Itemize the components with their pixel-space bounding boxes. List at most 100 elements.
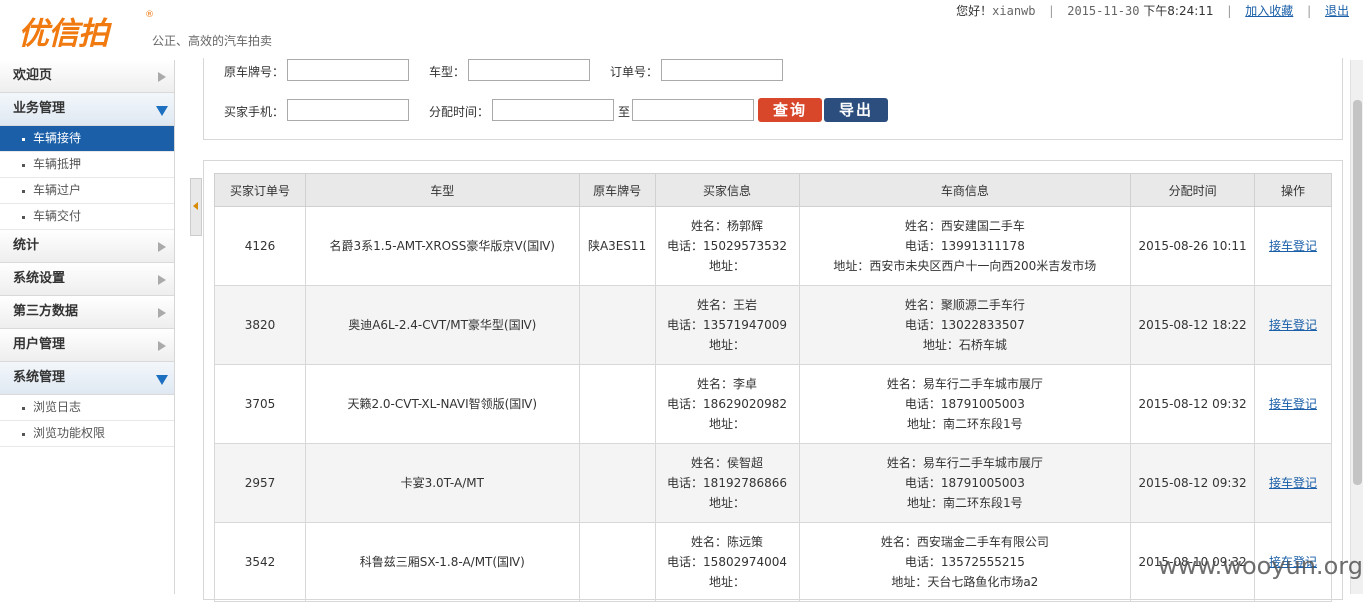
buyer-phone: 电话：13571947009 — [667, 318, 788, 332]
sidebar-item-label: 车辆接待 — [33, 131, 82, 145]
registered-mark: ® — [145, 10, 154, 20]
time-cell: 2015-08-12 09:32 — [1130, 443, 1256, 523]
to-label: 至 — [618, 105, 631, 119]
model-input[interactable] — [468, 59, 590, 81]
bullet-icon — [22, 138, 25, 141]
divider: | — [1049, 4, 1054, 18]
order-cell: 2957 — [214, 443, 306, 523]
page-scrollbar[interactable] — [1350, 60, 1363, 594]
scrollbar-thumb[interactable] — [1353, 100, 1362, 485]
logout-link[interactable]: 退出 — [1325, 4, 1349, 18]
export-button[interactable]: 导出 — [824, 98, 888, 122]
query-button[interactable]: 查询 — [758, 98, 822, 122]
bookmark-link[interactable]: 加入收藏 — [1245, 4, 1293, 18]
menu-system-settings[interactable]: 系统设置 — [0, 263, 174, 296]
start-date-input[interactable] — [492, 99, 614, 121]
search-panel: 原车牌号： 车型： 订单号： 买家手机： 分配时间： 至 查询 导出 — [203, 58, 1343, 140]
model-cell: 名爵3系1.5-AMT-XROSS豪华版京Ⅴ(国Ⅳ) — [304, 206, 580, 286]
order-label: 订单号： — [610, 65, 659, 79]
main-content: 原车牌号： 车型： 订单号： 买家手机： 分配时间： 至 查询 导出 买家订单号… — [178, 58, 1350, 602]
order-input[interactable] — [661, 59, 783, 81]
menu-label: 第三方数据 — [13, 304, 79, 319]
chevron-down-icon — [156, 375, 168, 385]
register-link[interactable]: 接车登记 — [1269, 397, 1317, 411]
dealer-name: 姓名：聚顺源二手车行 — [904, 298, 1025, 312]
bullet-icon — [22, 164, 25, 167]
dealer-cell: 姓名：易车行二手车城市展厅 电话：18791005003 地址：南二环东段1号 — [798, 364, 1132, 444]
sidebar-item-vehicle-mortgage[interactable]: 车辆抵押 — [0, 152, 174, 178]
plate-cell — [578, 522, 656, 602]
dealer-name: 姓名：易车行二手车城市展厅 — [886, 377, 1043, 391]
menu-business[interactable]: 业务管理 — [0, 93, 174, 126]
buyer-address: 地址： — [709, 338, 746, 352]
menu-label: 业务管理 — [13, 101, 66, 116]
sidebar-item-vehicle-delivery[interactable]: 车辆交付 — [0, 204, 174, 230]
table-header-row: 买家订单号 车型 原车牌号 买家信息 车商信息 分配时间 操作 — [214, 173, 1332, 207]
register-link[interactable]: 接车登记 — [1269, 476, 1317, 490]
action-cell: 接车登记 — [1254, 443, 1332, 523]
bullet-icon — [22, 407, 25, 410]
results-panel: 买家订单号 车型 原车牌号 买家信息 车商信息 分配时间 操作 4126 名爵3… — [203, 160, 1343, 602]
dealer-address: 地址：天台七路鱼化市场a2 — [891, 575, 1039, 589]
col-buyer: 买家信息 — [654, 173, 800, 207]
menu-system-management[interactable]: 系统管理 — [0, 362, 174, 395]
register-link[interactable]: 接车登记 — [1269, 318, 1317, 332]
chevron-right-icon — [158, 72, 166, 82]
sidebar-item-browse-log[interactable]: 浏览日志 — [0, 395, 174, 421]
sidebar-item-label: 车辆抵押 — [33, 157, 82, 171]
phone-input[interactable] — [287, 99, 409, 121]
col-time: 分配时间 — [1130, 173, 1256, 207]
time-cell: 2015-08-12 18:22 — [1130, 285, 1256, 365]
dealer-cell: 姓名：聚顺源二手车行 电话：13022833507 地址：石桥车城 — [798, 285, 1132, 365]
col-order: 买家订单号 — [214, 173, 306, 207]
register-link[interactable]: 接车登记 — [1269, 239, 1317, 253]
bullet-icon — [22, 190, 25, 193]
buyer-name: 姓名：侯智超 — [691, 456, 764, 470]
sidebar-item-vehicle-reception[interactable]: 车辆接待 — [0, 126, 174, 152]
dealer-phone: 电话：13022833507 — [904, 318, 1025, 332]
chevron-right-icon — [158, 341, 166, 351]
user-info-bar: 您好！xianwb | 2015-11-30 下午8:24:11 | 加入收藏 … — [956, 2, 1349, 19]
sidebar-item-vehicle-transfer[interactable]: 车辆过户 — [0, 178, 174, 204]
current-time: 下午8:24:11 — [1143, 4, 1214, 18]
buyer-address: 地址： — [709, 259, 746, 273]
buyer-cell: 姓名：杨郭辉 电话：15029573532 地址： — [654, 206, 800, 286]
buyer-cell: 姓名：陈远策 电话：15802974004 地址： — [654, 522, 800, 602]
plate-cell: 陕A3ES11 — [578, 206, 656, 286]
plate-cell — [578, 443, 656, 523]
model-cell: 奥迪A6L-2.4-CVT/MT豪华型(国Ⅳ) — [304, 285, 580, 365]
col-action: 操作 — [1254, 173, 1332, 207]
current-date: 2015-11-30 — [1067, 4, 1140, 18]
plate-input[interactable] — [287, 59, 409, 81]
menu-user-management[interactable]: 用户管理 — [0, 329, 174, 362]
model-cell: 卡宴3.0T-A/MT — [304, 443, 580, 523]
sidebar-item-label: 车辆过户 — [33, 183, 82, 197]
brand-logo[interactable]: 优信拍 ® — [18, 8, 154, 53]
phone-label: 买家手机： — [224, 105, 285, 119]
plate-cell — [578, 364, 656, 444]
dealer-cell: 姓名：西安瑞金二手车有限公司 电话：13572555215 地址：天台七路鱼化市… — [798, 522, 1132, 602]
action-cell: 接车登记 — [1254, 206, 1332, 286]
menu-statistics[interactable]: 统计 — [0, 230, 174, 263]
time-cell: 2015-08-26 10:11 — [1130, 206, 1256, 286]
divider: | — [1307, 4, 1312, 18]
bullet-icon — [22, 433, 25, 436]
username: xianwb — [992, 4, 1036, 18]
buyer-address: 地址： — [709, 496, 746, 510]
menu-welcome[interactable]: 欢迎页 — [0, 60, 174, 93]
menu-third-party-data[interactable]: 第三方数据 — [0, 296, 174, 329]
chevron-down-icon — [156, 106, 168, 116]
order-cell: 3542 — [214, 522, 306, 602]
dealer-name: 姓名：西安建国二手车 — [904, 219, 1025, 233]
buyer-name: 姓名：陈远策 — [691, 535, 764, 549]
buyer-cell: 姓名：侯智超 电话：18192786866 地址： — [654, 443, 800, 523]
dealer-name: 姓名：西安瑞金二手车有限公司 — [880, 535, 1049, 549]
watermark: www.wooyun.org — [1158, 552, 1363, 580]
end-date-input[interactable] — [632, 99, 754, 121]
buyer-phone: 电话：15802974004 — [667, 555, 788, 569]
time-cell: 2015-08-12 09:32 — [1130, 364, 1256, 444]
buyer-address: 地址： — [709, 417, 746, 431]
sidebar-item-browse-permissions[interactable]: 浏览功能权限 — [0, 421, 174, 447]
model-label: 车型： — [429, 65, 466, 79]
buyer-phone: 电话：18629020982 — [667, 397, 788, 411]
